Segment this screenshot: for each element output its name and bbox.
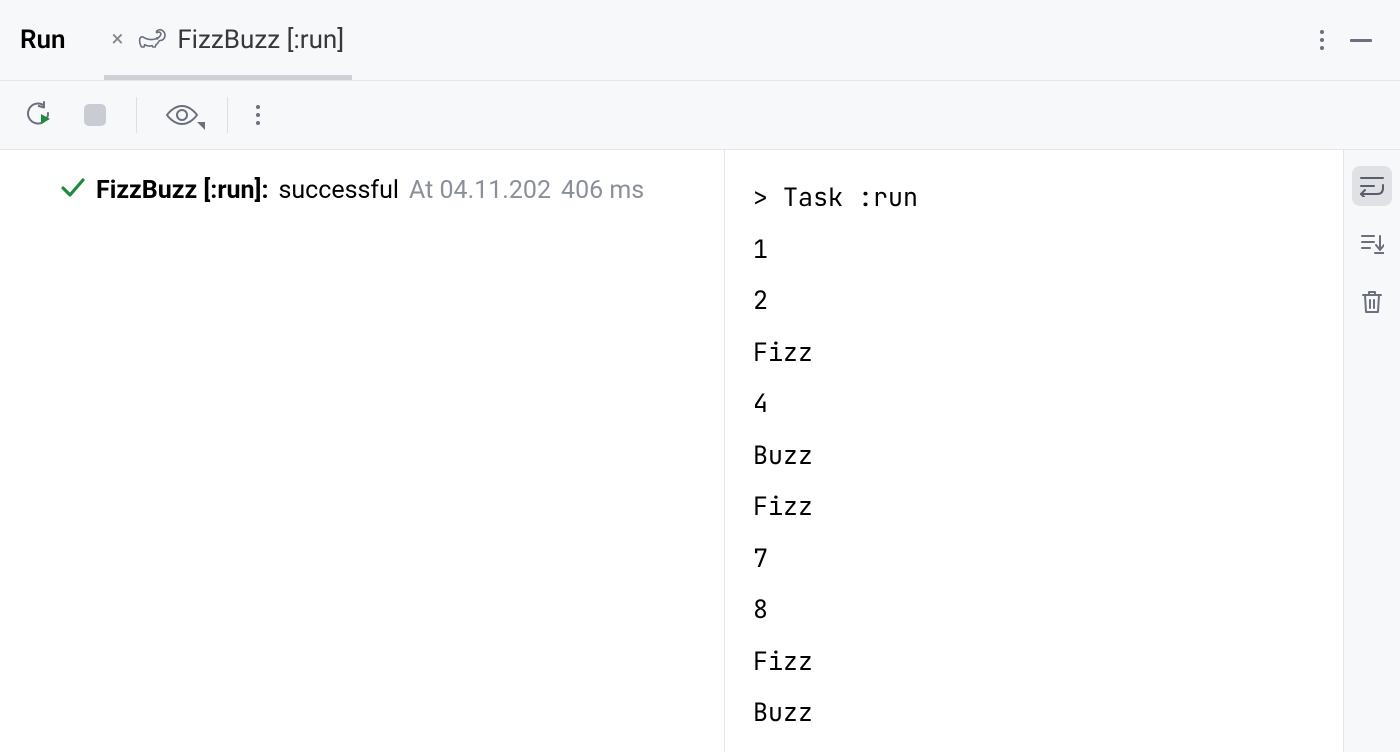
clear-all-button[interactable] — [1352, 282, 1392, 322]
tab-label: FizzBuzz [:run] — [177, 25, 344, 55]
console-line: Fizz — [753, 636, 1343, 688]
console-line: Buzz — [753, 430, 1343, 482]
toolbar-more-button[interactable] — [256, 105, 260, 125]
tab-active-indicator — [104, 75, 353, 80]
console-line: 2 — [753, 275, 1343, 327]
console-line: 8 — [753, 584, 1343, 636]
console-output-panel[interactable]: > Task :run 1 2 Fizz 4 Buzz Fizz 7 8 Fiz… — [725, 150, 1343, 752]
console-line: Fizz — [753, 327, 1343, 379]
divider — [136, 97, 137, 133]
soft-wrap-button[interactable] — [1352, 166, 1392, 206]
success-check-icon — [60, 174, 86, 207]
console-line: 1 — [753, 224, 1343, 276]
view-options-button[interactable] — [165, 103, 199, 127]
panel-title: Run — [20, 25, 66, 55]
run-date-text: At 04.11.202 — [409, 176, 551, 205]
run-status-row[interactable]: FizzBuzz [:run]: successful At 04.11.202… — [60, 174, 714, 207]
more-options-button[interactable] — [1320, 30, 1324, 50]
gradle-elephant-icon — [137, 28, 167, 52]
header-actions — [1320, 30, 1390, 50]
console-line: Fizz — [753, 481, 1343, 533]
console-line: Buzz — [753, 687, 1343, 739]
header-bar: Run × FizzBuzz [:run] — [0, 0, 1400, 80]
run-config-tab[interactable]: × FizzBuzz [:run] — [104, 0, 353, 80]
rerun-button[interactable] — [24, 100, 54, 130]
console-line: 4 — [753, 378, 1343, 430]
minimize-button[interactable] — [1350, 39, 1372, 42]
close-tab-icon[interactable]: × — [112, 29, 124, 51]
console-task-header: > Task :run — [753, 172, 1343, 224]
run-result-text: successful — [279, 176, 399, 205]
console-line: 7 — [753, 533, 1343, 585]
run-config-name: FizzBuzz [:run]: — [96, 176, 269, 205]
stop-button[interactable] — [82, 102, 108, 128]
console-gutter — [1343, 150, 1400, 752]
divider — [227, 97, 228, 133]
test-tree-panel: FizzBuzz [:run]: successful At 04.11.202… — [0, 150, 725, 752]
main-area: FizzBuzz [:run]: successful At 04.11.202… — [0, 150, 1400, 752]
run-duration-text: 406 ms — [561, 176, 644, 205]
toolbar — [0, 81, 1400, 149]
scroll-to-end-button[interactable] — [1352, 224, 1392, 264]
